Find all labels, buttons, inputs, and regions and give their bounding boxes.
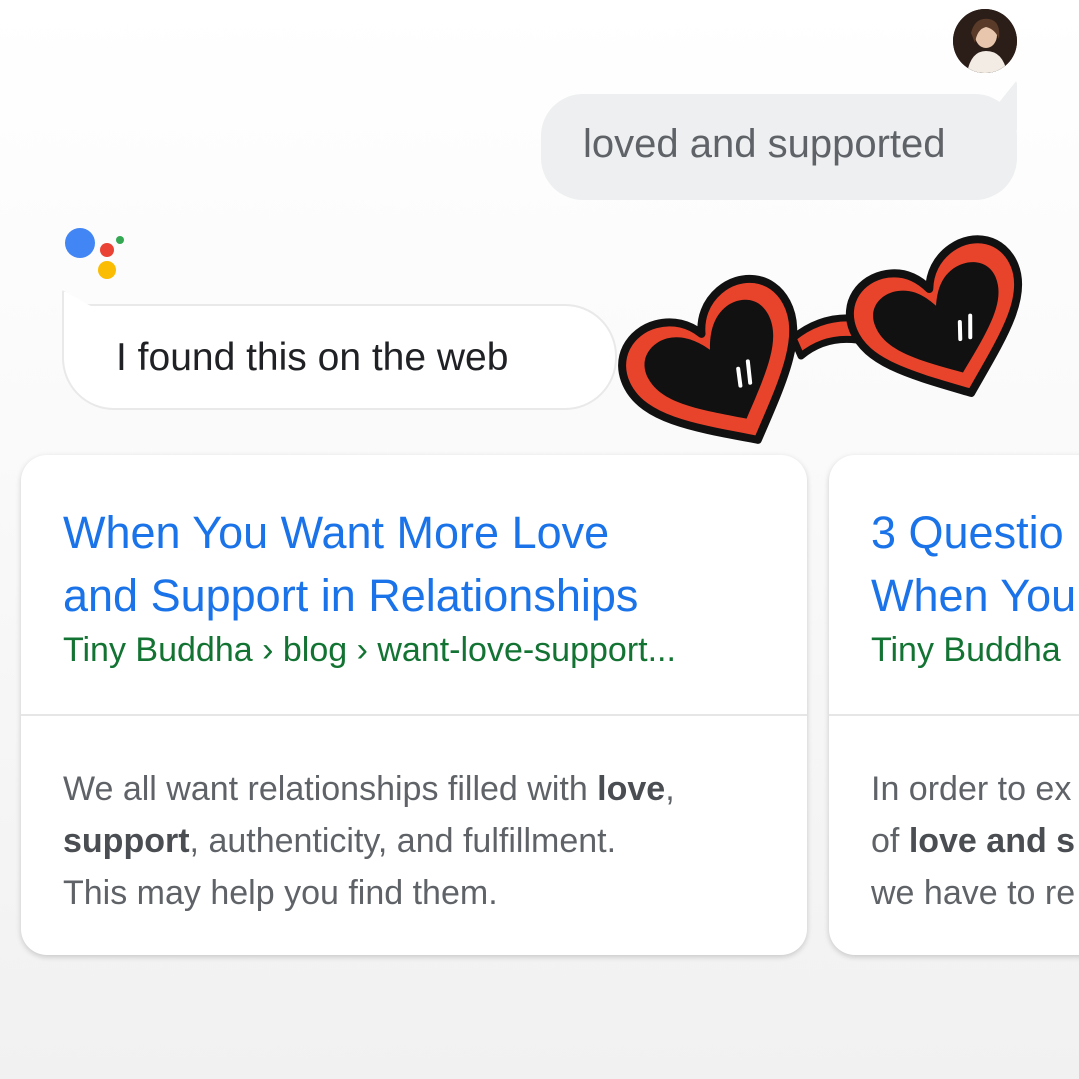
result-title-link[interactable]: When You Want More Love and Support in R… [63, 501, 638, 627]
heart-sunglasses-sticker [618, 235, 1023, 444]
user-avatar[interactable] [953, 9, 1017, 73]
assistant-reply-text: I found this on the web [116, 336, 509, 379]
result-card[interactable]: When You Want More Love and Support in R… [21, 455, 807, 955]
snippet-line: We all want relationships filled with lo… [63, 770, 675, 808]
result-snippet: We all want relationships filled with lo… [63, 763, 675, 919]
card-divider [829, 714, 1079, 716]
avatar-photo [953, 9, 1017, 73]
assistant-reply-bubble: I found this on the web [62, 304, 617, 410]
result-source-breadcrumb: Tiny Buddha › blog › want-love-support..… [63, 631, 676, 669]
result-title-line: and Support in Relationships [63, 570, 639, 621]
result-snippet: In order to ex of love and s we have to … [871, 763, 1075, 919]
snippet-line: support, authenticity, and fulfillment. [63, 822, 617, 860]
result-card[interactable]: 3 Questio When You Tiny Buddha In order … [829, 455, 1079, 955]
result-title-line: When You Want More Love [63, 507, 610, 558]
result-title-line: 3 Questio [871, 507, 1064, 558]
result-title-line: When You [871, 570, 1077, 621]
snippet-line: This may help you find them. [63, 874, 498, 912]
card-divider [21, 714, 807, 716]
user-query-text: loved and supported [583, 122, 946, 166]
google-assistant-dots-icon [65, 228, 124, 279]
result-source-breadcrumb: Tiny Buddha [871, 631, 1061, 669]
snippet-line: we have to re [871, 874, 1076, 912]
user-query-bubble: loved and supported [541, 94, 1017, 200]
snippet-line: In order to ex [871, 770, 1072, 808]
snippet-line: of love and s [871, 822, 1076, 860]
result-title-link[interactable]: 3 Questio When You [871, 501, 1076, 627]
